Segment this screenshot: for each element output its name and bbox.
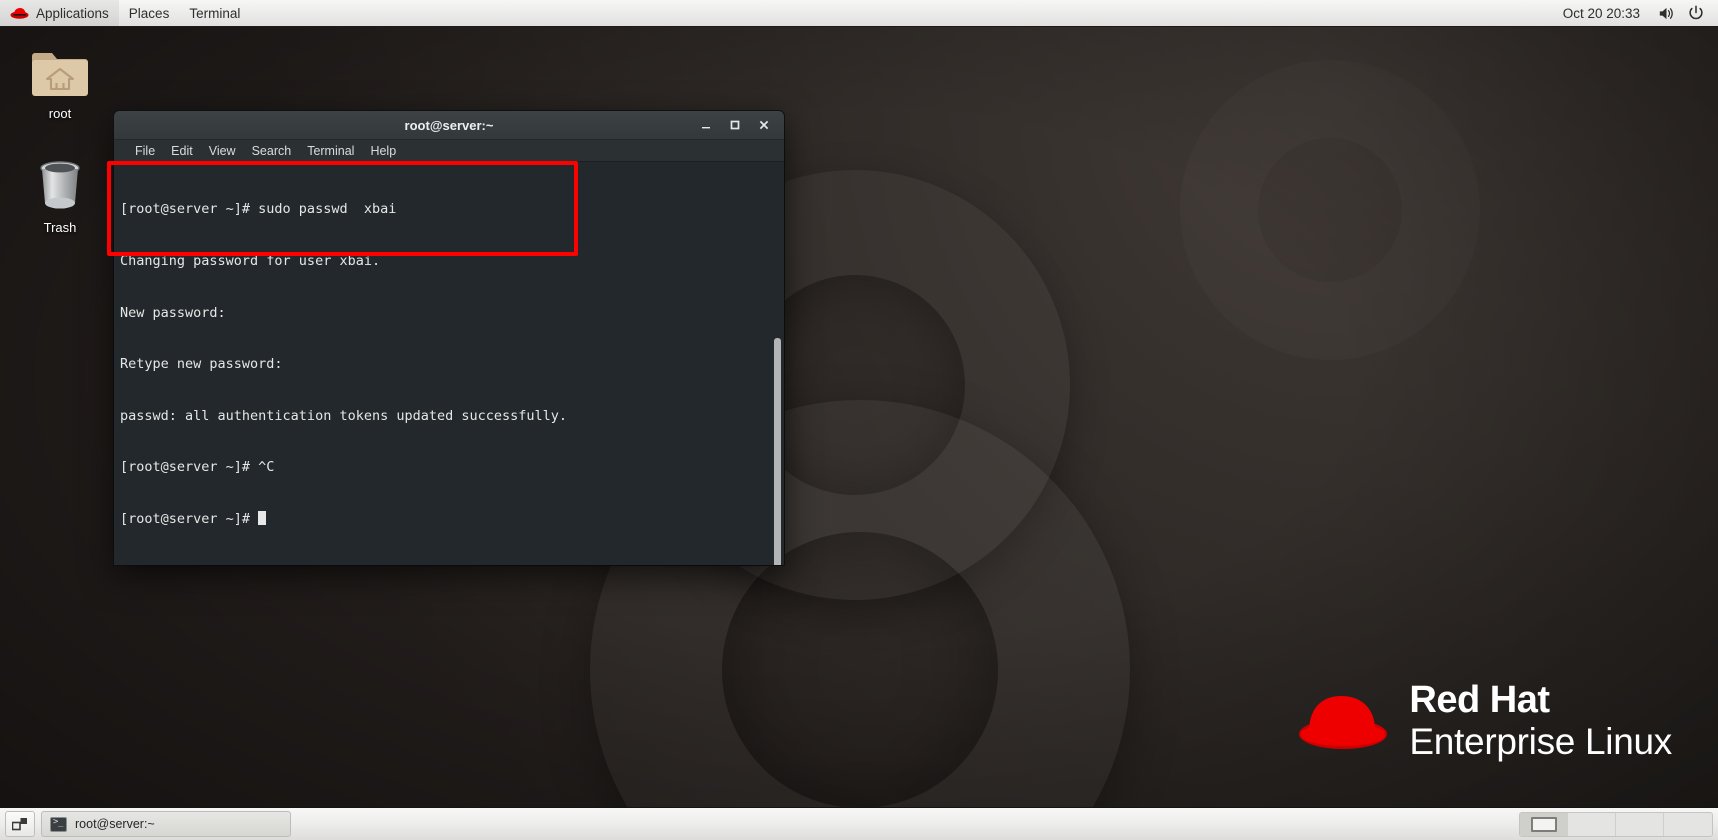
terminal-line: Retype new password:: [120, 356, 283, 373]
bottom-panel: root@server:~: [0, 807, 1718, 840]
maximize-button[interactable]: [722, 114, 748, 136]
terminal-line: Changing password for user xbai.: [120, 253, 381, 270]
menu-terminal[interactable]: Terminal: [299, 143, 362, 159]
workspace-3[interactable]: [1616, 812, 1664, 836]
places-menu[interactable]: Places: [119, 0, 180, 26]
terminal-menu-label: Terminal: [189, 5, 241, 21]
wallpaper-ring-small: [1180, 60, 1480, 360]
minimize-button[interactable]: [693, 114, 719, 136]
volume-tray-icon[interactable]: [1652, 0, 1680, 26]
desktop-icon-trash-label: Trash: [43, 220, 77, 235]
window-controls: [693, 114, 784, 136]
places-menu-label: Places: [128, 5, 170, 21]
home-folder-icon: [14, 38, 106, 100]
terminal-body[interactable]: [root@server ~]# sudo passwd xbai Changi…: [114, 162, 784, 565]
applications-menu-label: Applications: [36, 5, 109, 21]
taskbar-item-terminal[interactable]: root@server:~: [41, 811, 291, 837]
taskbar-item-label: root@server:~: [75, 817, 155, 831]
terminal-line: [root@server ~]# sudo passwd xbai: [120, 201, 397, 218]
terminal-scrollbar[interactable]: [773, 165, 782, 565]
terminal-output: [root@server ~]# sudo passwd xbai Changi…: [120, 167, 567, 563]
desktop[interactable]: Applications Places Terminal Oct 20 20:3…: [0, 0, 1718, 840]
workspace-1[interactable]: [1520, 812, 1568, 836]
clock[interactable]: Oct 20 20:33: [1553, 6, 1650, 21]
terminal-menubar: File Edit View Search Terminal Help: [114, 140, 784, 162]
menu-file[interactable]: File: [127, 143, 163, 159]
top-panel: Applications Places Terminal Oct 20 20:3…: [0, 0, 1718, 27]
desktop-icon-root-label: root: [48, 106, 72, 121]
menu-view[interactable]: View: [201, 143, 244, 159]
power-tray-icon[interactable]: [1682, 0, 1710, 26]
desktop-icon-root[interactable]: root: [14, 38, 106, 121]
menu-search[interactable]: Search: [244, 143, 300, 159]
terminal-cursor: [258, 511, 267, 526]
top-panel-menus: Applications Places Terminal: [0, 0, 250, 26]
workspace-4[interactable]: [1664, 813, 1712, 836]
close-button[interactable]: [751, 114, 777, 136]
desktop-icon-trash[interactable]: Trash: [14, 152, 106, 235]
terminal-line: passwd: all authentication tokens update…: [120, 407, 568, 424]
rhel-branding-text: Red Hat Enterprise Linux: [1409, 681, 1672, 760]
applications-menu[interactable]: Applications: [0, 0, 119, 26]
terminal-line: New password:: [120, 304, 226, 321]
show-desktop-icon[interactable]: [5, 811, 35, 837]
menu-help[interactable]: Help: [362, 143, 404, 159]
terminal-icon: [50, 816, 67, 832]
terminal-line: [root@server ~]# ^C: [120, 459, 275, 476]
terminal-title: root@server:~: [404, 117, 494, 133]
terminal-prompt-text: [root@server ~]#: [120, 511, 259, 528]
workspace-switcher[interactable]: [1519, 811, 1713, 837]
workspace-thumbnail: [1530, 816, 1557, 832]
trash-icon: [14, 152, 106, 214]
redhat-logo-icon: [10, 6, 29, 20]
workspace-2[interactable]: [1568, 812, 1616, 836]
terminal-titlebar[interactable]: root@server:~: [114, 111, 784, 140]
terminal-scrollbar-thumb[interactable]: [774, 338, 781, 565]
redhat-fedora-logo-icon: [1295, 682, 1391, 759]
rhel-branding: Red Hat Enterprise Linux: [1295, 681, 1672, 760]
terminal-window[interactable]: root@server:~ File Edit View Search Term…: [114, 111, 784, 565]
brand-line-1: Red Hat: [1409, 679, 1550, 721]
brand-line-2: Enterprise Linux: [1409, 721, 1672, 762]
terminal-prompt-line: [root@server ~]#: [120, 511, 567, 528]
terminal-menu[interactable]: Terminal: [179, 0, 250, 26]
top-panel-tray: Oct 20 20:33: [1553, 0, 1718, 26]
menu-edit[interactable]: Edit: [163, 143, 201, 159]
